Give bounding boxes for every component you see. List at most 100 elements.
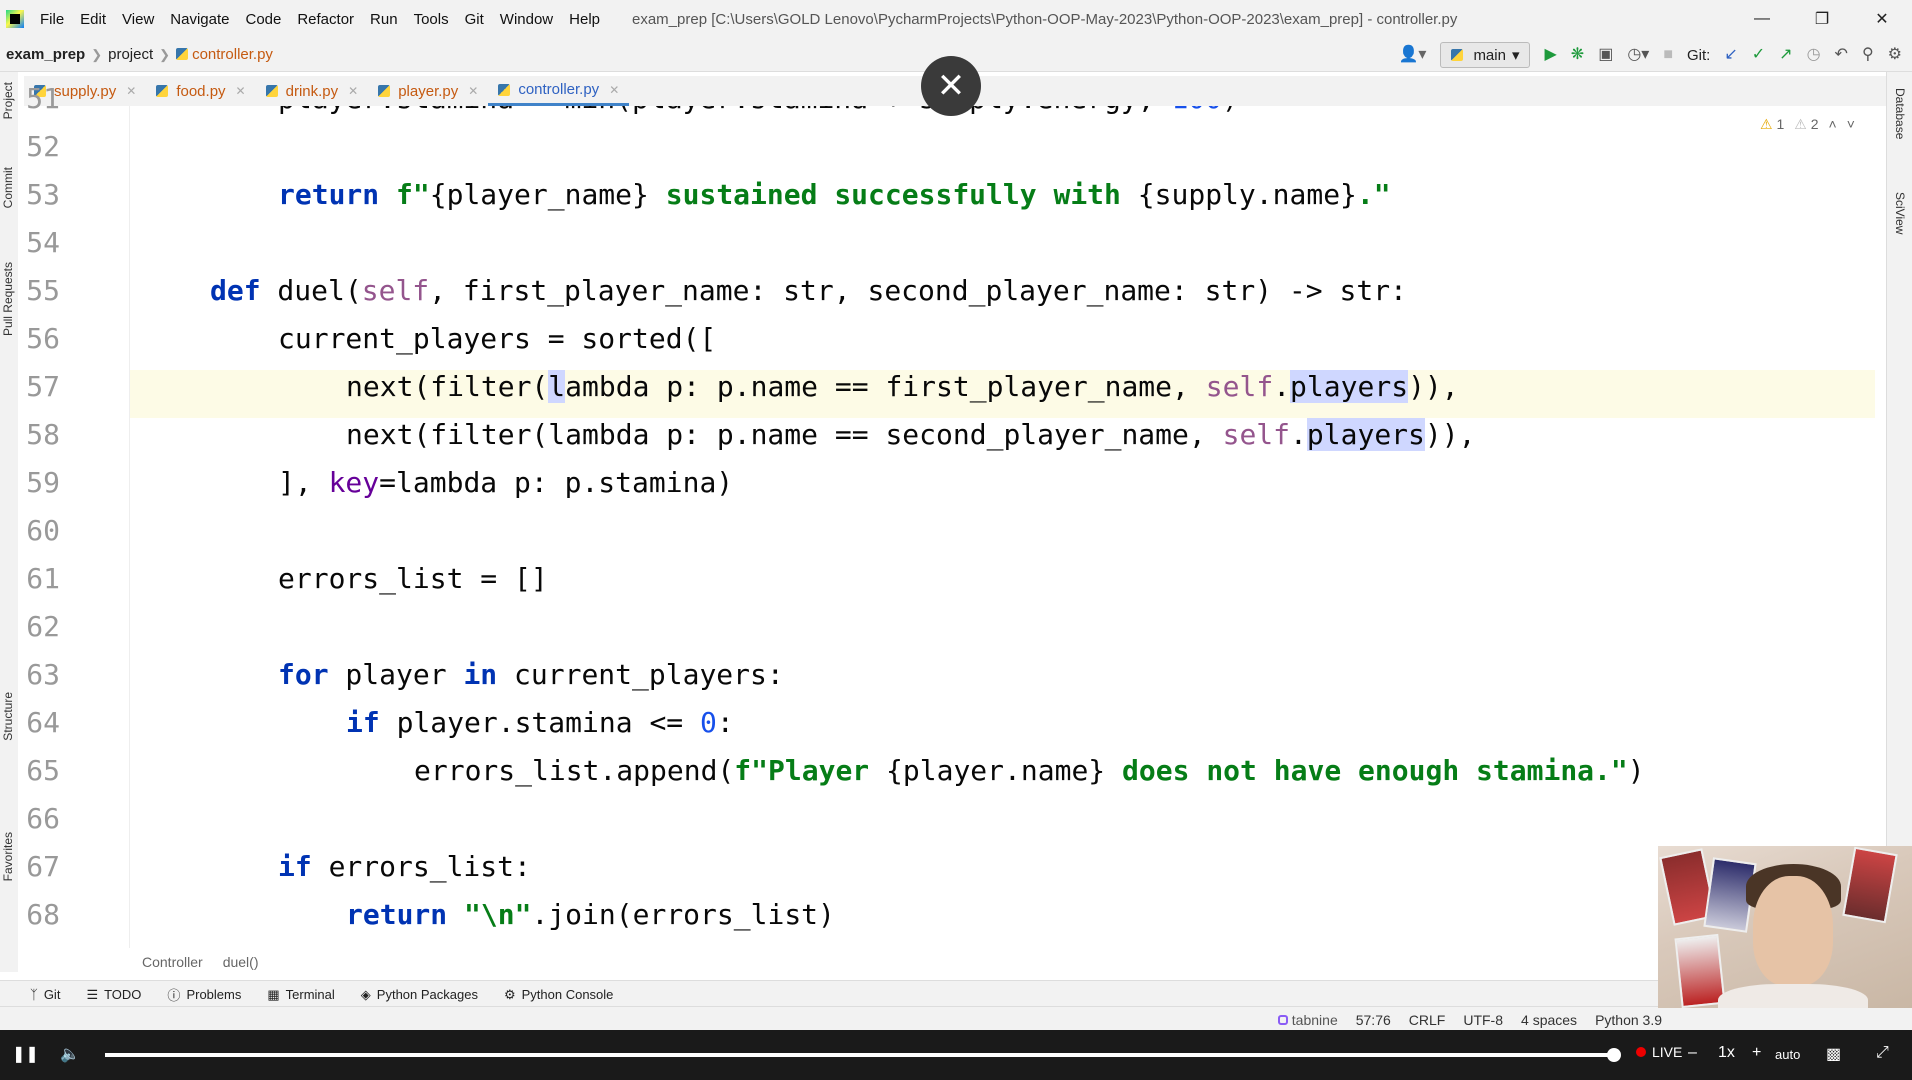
python-interpreter[interactable]: Python 3.9 [1595,1012,1662,1028]
progress-knob[interactable] [1607,1048,1621,1062]
breadcrumb-project[interactable]: exam_prep [0,46,91,63]
coverage-icon[interactable]: ▣ [1598,47,1613,63]
tool-window-python-packages[interactable]: ◈ Python Packages [361,987,478,1003]
chevron-down-icon[interactable]: ˅ [1847,116,1855,133]
line-number: 67 [26,850,60,883]
breadcrumb-file[interactable]: controller.py [170,46,279,63]
tool-tab-favorites[interactable]: Favorites [1,832,15,881]
menu-edit[interactable]: Edit [72,11,114,28]
menu-code[interactable]: Code [237,11,289,28]
code-line-current: 57 next(filter(lambda p: p.name == first… [130,370,1875,418]
user-icon[interactable]: 👤▾ [1398,47,1426,63]
line-separator[interactable]: CRLF [1409,1012,1446,1028]
close-tab-icon[interactable]: ✕ [348,84,358,98]
file-encoding[interactable]: UTF-8 [1463,1012,1503,1028]
close-window-button[interactable]: ✕ [1852,0,1912,38]
debug-icon[interactable]: ❋ [1571,47,1584,63]
run-icon[interactable]: ▶ [1544,47,1556,63]
code-line: 60 [130,514,1875,562]
inspection-widget[interactable]: ⚠ 1 ⚠ 2 ˄ ˅ [1760,116,1855,133]
tab-food[interactable]: food.py ✕ [146,76,255,106]
tool-tab-project[interactable]: Project [1,82,15,119]
close-tab-icon[interactable]: ✕ [126,84,136,98]
tool-window-terminal[interactable]: ▦ Terminal [267,987,334,1003]
git-push-icon[interactable]: ↗ [1779,47,1792,63]
close-overlay-button[interactable]: ✕ [921,56,981,116]
poster-image [1842,846,1898,924]
code-text: errors_list.append(f"Player {player.name… [414,754,1645,787]
caret-position[interactable]: 57:76 [1356,1012,1391,1028]
code-editor[interactable]: 51 player.stamina = min(player.stamina +… [130,106,1875,948]
picture-in-picture-icon[interactable]: ▩ [1826,1044,1841,1064]
close-tab-icon[interactable]: ✕ [468,84,478,98]
code-line: 51 player.stamina = min(player.stamina +… [130,106,1875,130]
tool-window-label: Git [43,987,61,1002]
menu-file[interactable]: File [32,11,72,28]
menu-window[interactable]: Window [492,11,561,28]
breadcrumb-method[interactable]: duel() [223,954,259,978]
tool-tab-database[interactable]: Database [1893,88,1907,139]
tool-window-todo[interactable]: ☰ TODO [86,987,141,1003]
line-number: 58 [26,418,60,451]
tool-window-problems[interactable]: ⓘ Problems [167,985,241,1004]
code-text: player.stamina = min(player.stamina + su… [278,106,1239,115]
tool-tab-structure[interactable]: Structure [1,692,15,741]
rollback-icon[interactable]: ↶ [1835,47,1848,63]
run-configuration-selector[interactable]: main ▾ [1440,42,1531,68]
settings-gear-icon[interactable]: ⚙ [1888,47,1902,63]
quality-selector[interactable]: auto [1775,1047,1800,1062]
code-line: 55 def duel(self, first_player_name: str… [130,274,1875,322]
search-icon[interactable]: ⚲ [1862,47,1874,63]
code-text: return "\n".join(errors_list) [346,898,835,931]
tab-drink[interactable]: drink.py ✕ [256,76,369,106]
tool-tab-commit[interactable]: Commit [1,167,15,208]
tool-window-git[interactable]: ᛉ Git [30,987,60,1002]
video-progress-bar[interactable] [105,1053,1613,1057]
close-tab-icon[interactable]: ✕ [609,83,619,97]
tab-label: drink.py [285,82,339,100]
python-file-icon [156,85,169,97]
code-text: if player.stamina <= 0: [346,706,734,739]
git-update-icon[interactable]: ↙ [1724,47,1737,63]
breadcrumb-class[interactable]: Controller [142,954,203,978]
menu-help[interactable]: Help [561,11,608,28]
line-number: 54 [26,226,60,259]
pause-icon[interactable]: ❚❚ [12,1044,39,1064]
tool-tab-sciview[interactable]: SciView [1893,192,1907,234]
close-tab-icon[interactable]: ✕ [236,84,246,98]
playback-speed[interactable]: 1x [1718,1044,1735,1062]
fullscreen-icon[interactable]: ⤢ [1876,1044,1889,1062]
restore-button[interactable]: ❐ [1792,0,1852,38]
volume-icon[interactable]: 🔈 [60,1044,80,1064]
history-icon[interactable]: ◷ [1807,47,1821,63]
menu-run[interactable]: Run [362,11,406,28]
warning-icon: ⚠ [1760,116,1773,132]
volume-up-icon[interactable]: + [1752,1044,1761,1062]
line-number: 65 [26,754,60,787]
tabnine-status[interactable]: tabnine [1277,1012,1338,1028]
live-indicator[interactable]: LIVE [1636,1044,1682,1060]
menu-tools[interactable]: Tools [406,11,457,28]
breadcrumb-folder[interactable]: project [102,46,159,63]
tab-player[interactable]: player.py ✕ [368,76,488,106]
menu-refactor[interactable]: Refactor [289,11,362,28]
chevron-up-icon[interactable]: ˄ [1829,116,1837,133]
profile-icon[interactable]: ◷▾ [1627,47,1649,63]
code-line: 56 current_players = sorted([ [130,322,1875,370]
git-commit-icon[interactable]: ✓ [1752,47,1765,63]
tool-window-python-console[interactable]: ⚙ Python Console [504,987,613,1003]
menu-bar: File Edit View Navigate Code Refactor Ru… [0,0,1912,38]
menu-view[interactable]: View [114,11,162,28]
code-line: 54 [130,226,1875,274]
volume-down-icon[interactable]: – [1688,1044,1697,1062]
menu-git[interactable]: Git [457,11,492,28]
menu-navigate[interactable]: Navigate [162,11,237,28]
weak-warning-count-value: 2 [1810,116,1819,132]
problems-icon: ⓘ [167,988,181,1003]
tab-controller[interactable]: controller.py ✕ [488,76,630,106]
minimize-button[interactable]: — [1732,0,1792,38]
tab-label: player.py [398,82,459,100]
indent-setting[interactable]: 4 spaces [1521,1012,1577,1028]
tool-tab-pull-requests[interactable]: Pull Requests [1,262,15,336]
stop-icon[interactable]: ■ [1663,47,1673,63]
